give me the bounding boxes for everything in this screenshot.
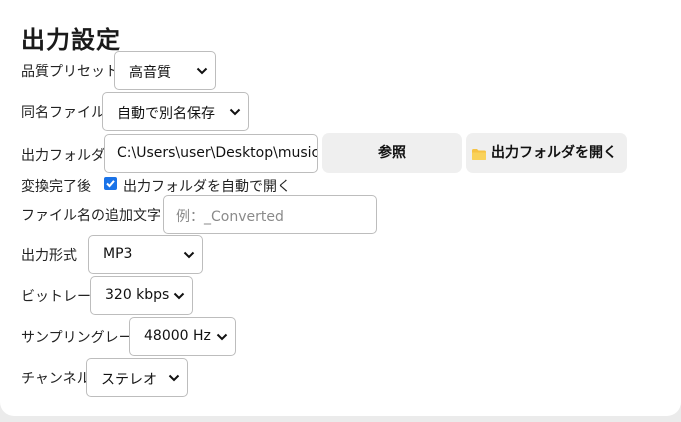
auto-open-folder-checkbox[interactable] xyxy=(104,177,117,190)
chevron-down-icon xyxy=(216,333,228,341)
output-folder-label: 出力フォルダ xyxy=(21,148,105,164)
folder-icon xyxy=(472,149,486,160)
chevron-down-icon xyxy=(196,67,208,75)
chevron-down-icon xyxy=(183,251,195,259)
output-format-label: 出力形式 xyxy=(21,248,77,264)
output-settings-panel: 出力設定 品質プリセット 高音質 同名ファイル 自動で別名保存 出力フォルダ C… xyxy=(0,0,681,416)
filename-suffix-label: ファイル名の追加文字 xyxy=(21,208,161,224)
same-name-file-label: 同名ファイル xyxy=(21,105,105,121)
sampling-rate-select[interactable]: 48000 Hz xyxy=(129,317,236,356)
after-conversion-label: 変換完了後 xyxy=(21,179,91,195)
chevron-down-icon xyxy=(229,108,241,116)
quality-preset-label: 品質プリセット xyxy=(21,64,119,80)
auto-open-folder-label[interactable]: 出力フォルダを自動で開く xyxy=(123,176,291,196)
checkmark-icon xyxy=(106,180,115,188)
chevron-down-icon xyxy=(168,374,180,382)
browse-button[interactable]: 参照 xyxy=(322,133,462,173)
output-folder-input[interactable]: C:\Users\user\Desktop\music xyxy=(104,134,318,173)
quality-preset-select[interactable]: 高音質 xyxy=(114,51,216,90)
open-output-folder-button[interactable]: 出力フォルダを開く xyxy=(466,133,627,173)
channel-label: チャンネル xyxy=(21,371,91,387)
output-folder-path: C:\Users\user\Desktop\music xyxy=(117,145,318,161)
page-title: 出力設定 xyxy=(21,26,121,54)
same-name-file-select[interactable]: 自動で別名保存 xyxy=(102,92,249,131)
sampling-rate-label: サンプリングレート xyxy=(21,330,147,346)
filename-suffix-input[interactable]: 例：_Converted xyxy=(163,195,377,234)
chevron-down-icon xyxy=(173,292,185,300)
bitrate-select[interactable]: 320 kbps xyxy=(90,276,193,315)
output-format-select[interactable]: MP3 xyxy=(88,235,203,274)
channel-select[interactable]: ステレオ xyxy=(86,358,188,397)
filename-suffix-placeholder: 例：_Converted xyxy=(176,209,284,225)
